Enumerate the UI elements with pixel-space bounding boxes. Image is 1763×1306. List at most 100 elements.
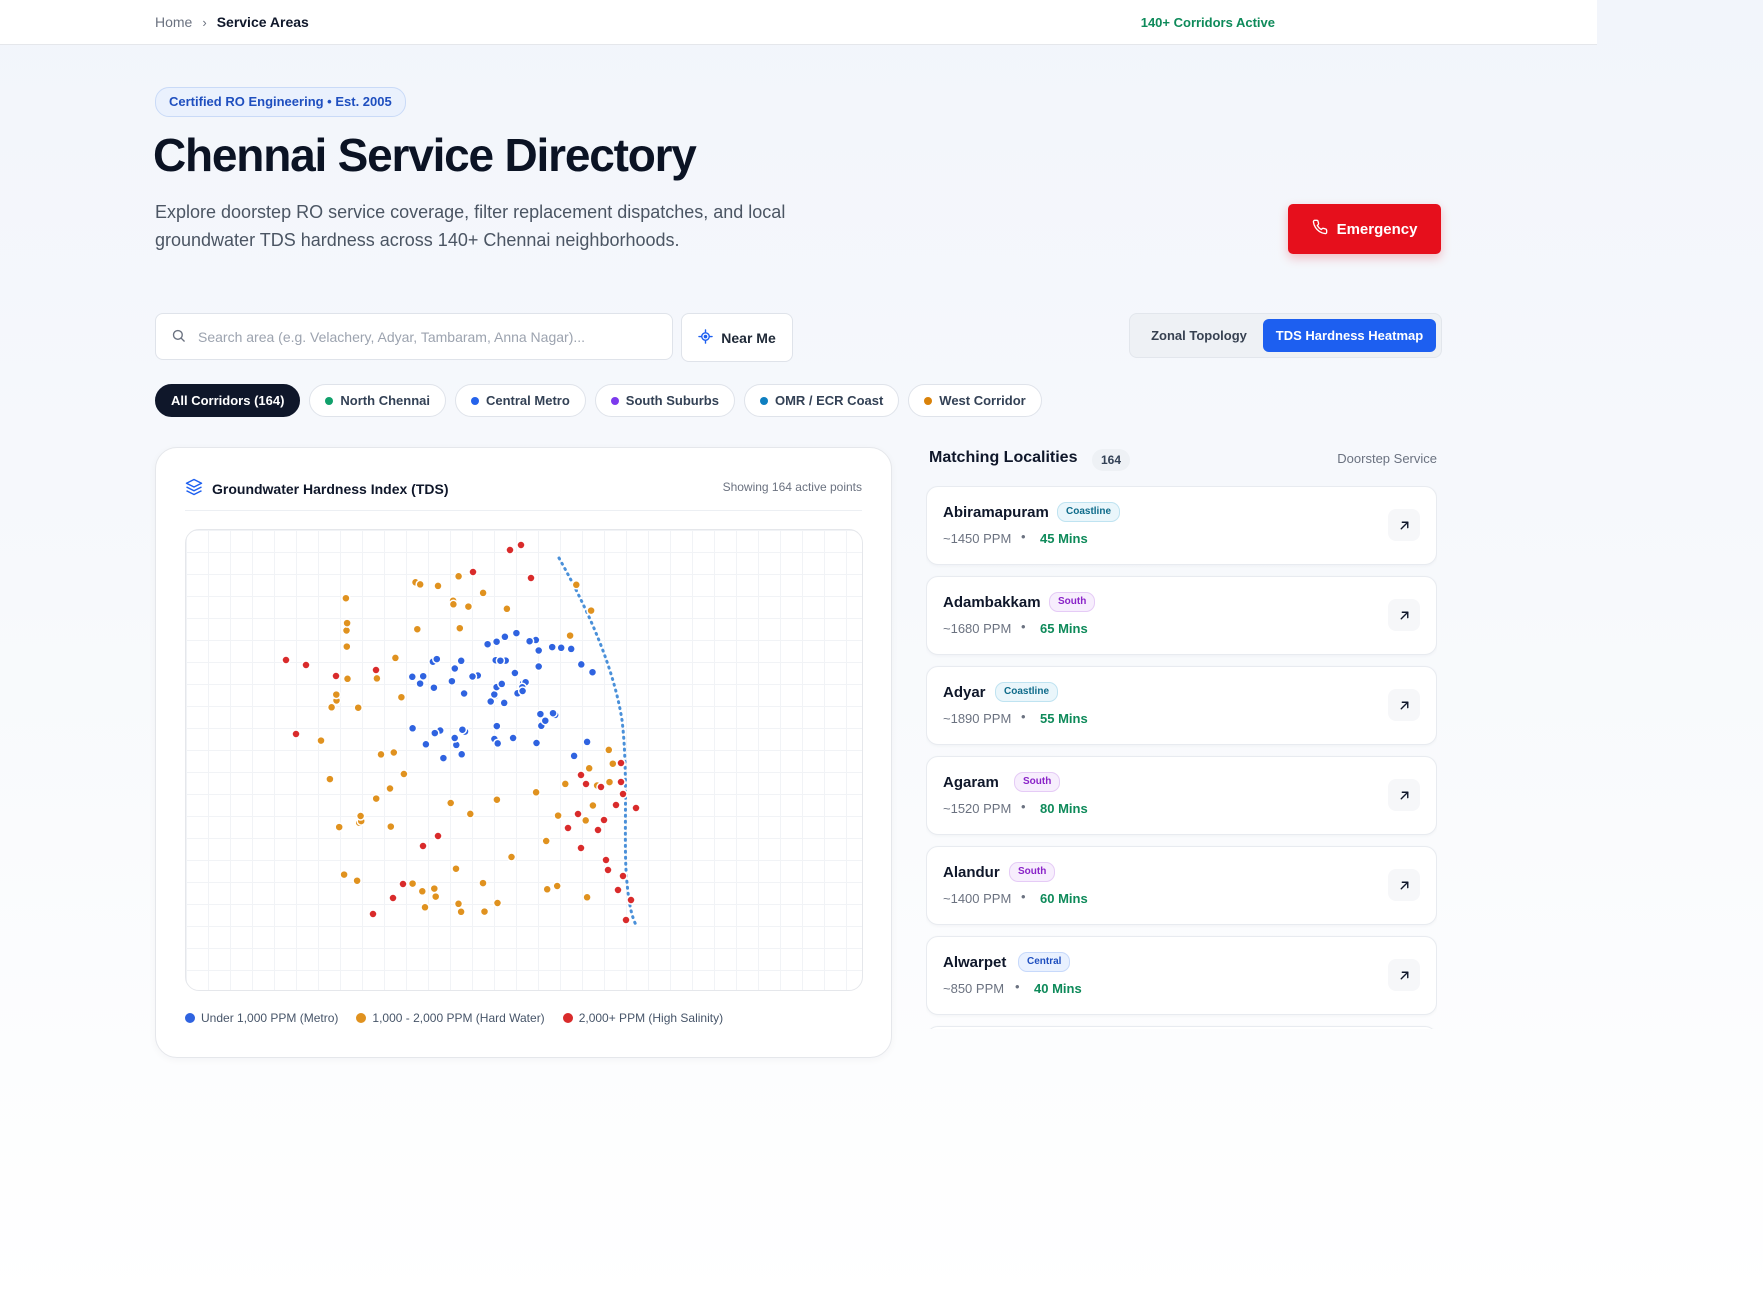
tds-point-hard[interactable] bbox=[342, 641, 352, 652]
tds-point-salinity[interactable] bbox=[631, 803, 641, 813]
tds-point-hard[interactable] bbox=[582, 892, 592, 903]
locality-card[interactable]: Adyar Coastline ~1890 PPM • 55 Mins bbox=[926, 666, 1437, 745]
tds-point-hard[interactable] bbox=[355, 811, 366, 821]
near-me-button[interactable]: Near Me bbox=[681, 313, 793, 362]
tds-point-metro[interactable] bbox=[421, 739, 431, 750]
tds-point-hard[interactable] bbox=[376, 749, 386, 760]
tds-point-hard[interactable] bbox=[415, 579, 425, 590]
tds-point-metro[interactable] bbox=[450, 663, 460, 674]
tds-point-hard[interactable] bbox=[420, 902, 430, 913]
tds-point-salinity[interactable] bbox=[505, 545, 515, 555]
tds-point-salinity[interactable] bbox=[613, 885, 623, 895]
tds-point-hard[interactable] bbox=[588, 800, 598, 811]
tds-point-salinity[interactable] bbox=[301, 660, 311, 670]
tds-point-metro[interactable] bbox=[547, 642, 557, 652]
tds-point-salinity[interactable] bbox=[516, 540, 526, 550]
tds-point-metro[interactable] bbox=[407, 723, 418, 734]
tds-point-metro[interactable] bbox=[407, 672, 418, 682]
tds-point-hard[interactable] bbox=[386, 821, 396, 832]
open-locality-button[interactable] bbox=[1388, 689, 1420, 721]
tds-point-hard[interactable] bbox=[580, 815, 591, 826]
tds-point-hard[interactable] bbox=[478, 878, 488, 888]
tds-point-metro[interactable] bbox=[499, 698, 509, 708]
tds-point-metro[interactable] bbox=[447, 676, 457, 686]
tds-point-hard[interactable] bbox=[429, 883, 440, 894]
tds-point-hard[interactable] bbox=[453, 899, 464, 909]
tds-point-hard[interactable] bbox=[479, 906, 490, 917]
tds-point-metro[interactable] bbox=[456, 749, 467, 760]
tds-point-salinity[interactable] bbox=[368, 909, 378, 919]
tds-point-salinity[interactable] bbox=[581, 779, 591, 789]
tds-point-metro[interactable] bbox=[517, 686, 528, 696]
tds-point-salinity[interactable] bbox=[468, 567, 478, 577]
tds-point-hard[interactable] bbox=[417, 886, 428, 897]
search-input[interactable] bbox=[196, 314, 660, 359]
tds-heatmap-plot[interactable] bbox=[185, 529, 863, 991]
tds-point-salinity[interactable] bbox=[433, 831, 443, 841]
tds-point-metro[interactable] bbox=[432, 654, 442, 664]
tds-point-hard[interactable] bbox=[407, 878, 418, 889]
tab-tds-hardness-heatmap[interactable]: TDS Hardness Heatmap bbox=[1263, 319, 1436, 352]
tds-point-salinity[interactable] bbox=[616, 777, 626, 787]
tds-point-hard[interactable] bbox=[560, 779, 571, 789]
tds-point-metro[interactable] bbox=[576, 659, 587, 670]
tds-point-salinity[interactable] bbox=[618, 871, 628, 881]
tds-point-metro[interactable] bbox=[533, 645, 544, 656]
tds-point-salinity[interactable] bbox=[398, 879, 408, 889]
tds-point-salinity[interactable] bbox=[563, 823, 573, 833]
tds-point-hard[interactable] bbox=[316, 735, 326, 746]
tds-point-metro[interactable] bbox=[540, 715, 551, 726]
tds-point-hard[interactable] bbox=[342, 674, 353, 684]
tds-point-hard[interactable] bbox=[571, 580, 582, 590]
tds-point-salinity[interactable] bbox=[611, 800, 621, 810]
tds-point-metro[interactable] bbox=[491, 636, 502, 647]
tds-point-salinity[interactable] bbox=[281, 655, 291, 665]
tds-point-hard[interactable] bbox=[465, 809, 476, 819]
tds-point-salinity[interactable] bbox=[593, 825, 603, 835]
tds-point-metro[interactable] bbox=[438, 753, 449, 763]
open-locality-button[interactable] bbox=[1388, 599, 1420, 631]
tds-point-hard[interactable] bbox=[334, 822, 344, 832]
tds-point-metro[interactable] bbox=[511, 628, 522, 638]
tds-point-hard[interactable] bbox=[492, 898, 503, 908]
tds-point-hard[interactable] bbox=[553, 810, 563, 821]
tds-point-hard[interactable] bbox=[341, 593, 351, 603]
tds-point-hard[interactable] bbox=[385, 783, 395, 794]
tds-point-hard[interactable] bbox=[412, 624, 423, 634]
tds-point-hard[interactable] bbox=[542, 884, 552, 895]
locality-card[interactable]: Agaram South ~1520 PPM • 80 Mins bbox=[926, 756, 1437, 835]
tds-point-salinity[interactable] bbox=[596, 782, 606, 792]
filter-omr-ecr-coast[interactable]: OMR / ECR Coast bbox=[743, 384, 900, 417]
tds-point-hard[interactable] bbox=[445, 798, 456, 808]
tds-point-metro[interactable] bbox=[510, 668, 520, 678]
tds-point-metro[interactable] bbox=[524, 636, 535, 646]
breadcrumb-home-link[interactable]: Home bbox=[155, 14, 192, 30]
tds-point-hard[interactable] bbox=[531, 787, 541, 798]
tds-point-hard[interactable] bbox=[342, 618, 352, 628]
open-locality-button[interactable] bbox=[1388, 869, 1420, 901]
tds-point-salinity[interactable] bbox=[601, 855, 611, 865]
tds-point-hard[interactable] bbox=[399, 769, 409, 779]
tds-point-metro[interactable] bbox=[467, 671, 478, 682]
tds-point-salinity[interactable] bbox=[603, 865, 613, 875]
tds-point-salinity[interactable] bbox=[599, 815, 609, 825]
tds-point-metro[interactable] bbox=[492, 738, 503, 749]
tds-point-metro[interactable] bbox=[492, 721, 502, 731]
tds-point-hard[interactable] bbox=[552, 881, 562, 891]
tds-point-metro[interactable] bbox=[566, 644, 576, 654]
tds-point-hard[interactable] bbox=[608, 758, 618, 769]
locality-card[interactable] bbox=[926, 1026, 1437, 1029]
tds-point-metro[interactable] bbox=[418, 671, 428, 681]
emergency-button[interactable]: Emergency bbox=[1288, 204, 1441, 254]
tds-point-hard[interactable] bbox=[492, 794, 502, 805]
tds-point-hard[interactable] bbox=[353, 702, 363, 713]
tds-point-hard[interactable] bbox=[433, 581, 443, 591]
open-locality-button[interactable] bbox=[1388, 509, 1420, 541]
tds-point-hard[interactable] bbox=[478, 588, 488, 598]
tds-point-metro[interactable] bbox=[587, 667, 598, 677]
tds-point-hard[interactable] bbox=[331, 689, 342, 700]
tds-point-salinity[interactable] bbox=[621, 915, 631, 925]
tds-point-metro[interactable] bbox=[569, 751, 579, 761]
tds-point-metro[interactable] bbox=[457, 724, 468, 735]
locality-card[interactable]: Adambakkam South ~1680 PPM • 65 Mins bbox=[926, 576, 1437, 655]
